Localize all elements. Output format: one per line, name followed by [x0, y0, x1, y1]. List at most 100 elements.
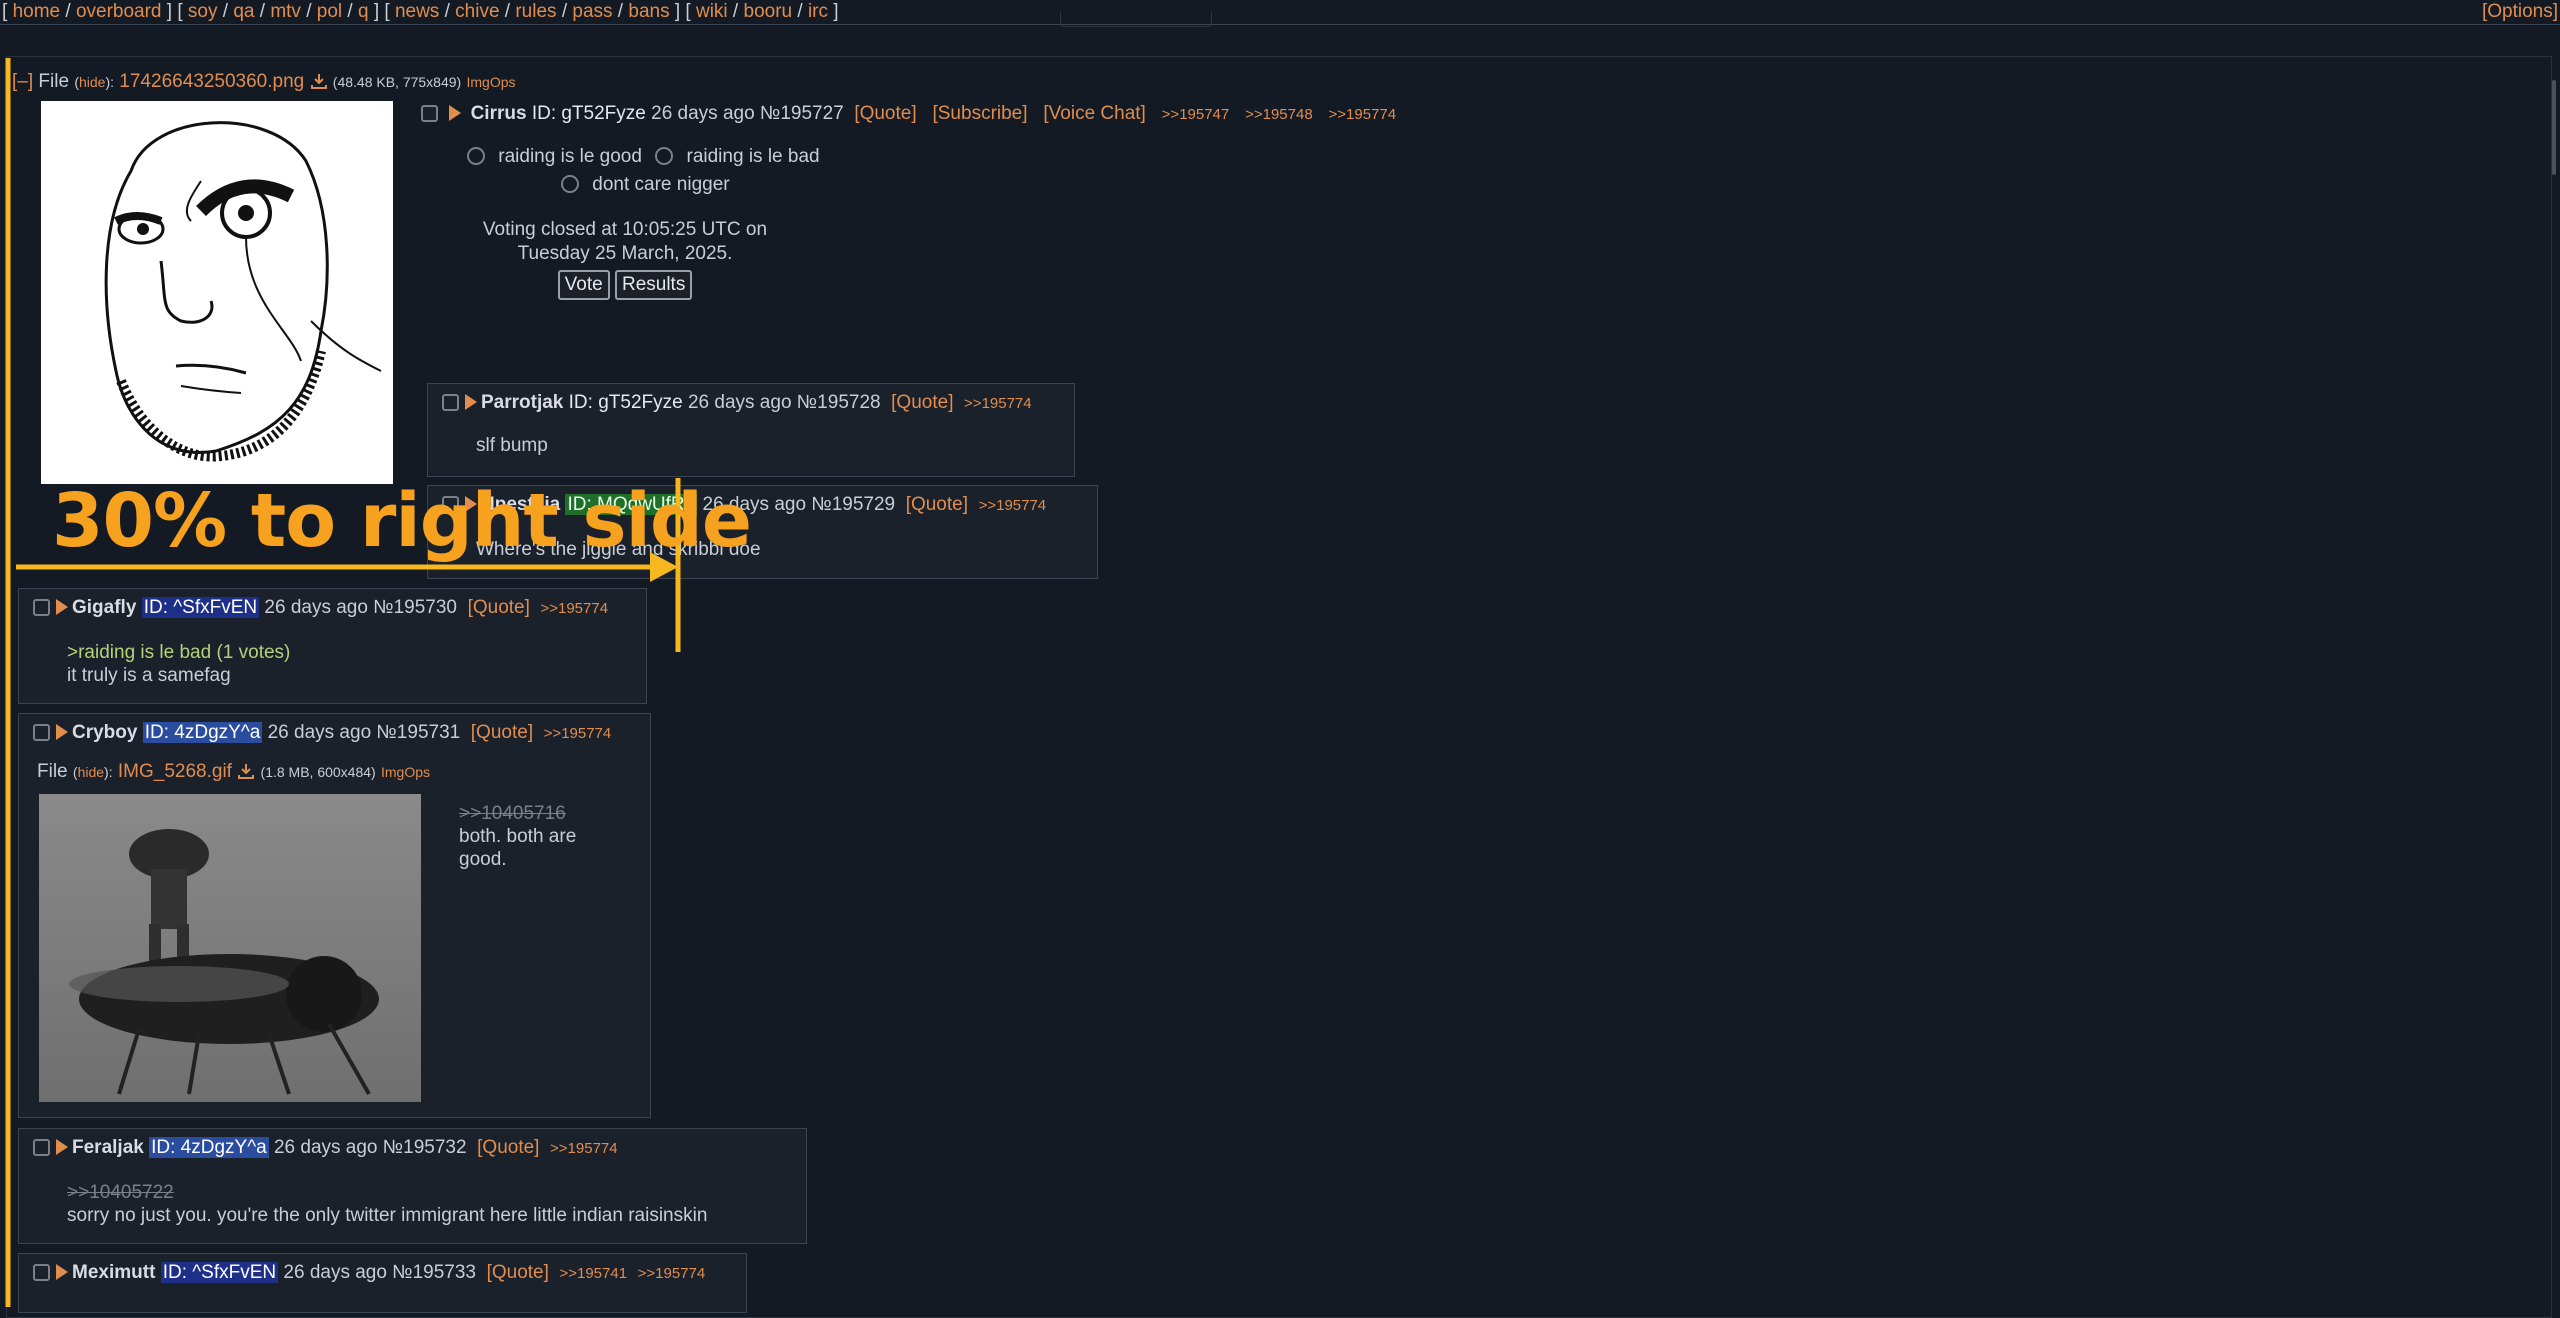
post-menu-arrow-icon[interactable]: [465, 394, 477, 410]
poll-radio-bad[interactable]: [655, 147, 674, 165]
reply-quote-link[interactable]: [Quote]: [906, 494, 968, 515]
backlink[interactable]: >>195774: [544, 725, 612, 742]
nav-pass[interactable]: pass: [572, 1, 612, 22]
post-menu-arrow-icon[interactable]: [56, 724, 68, 740]
reply-post-number[interactable]: №195730: [373, 597, 457, 618]
reply-post: Feraljak ID: 4zDgzY^a 26 days ago №19573…: [18, 1128, 807, 1244]
backlink[interactable]: >>195774: [1329, 106, 1397, 123]
collapse-thread-button[interactable]: [–]: [12, 71, 33, 92]
hide-file-link[interactable]: hide: [78, 764, 104, 780]
nav-rules[interactable]: rules: [515, 1, 556, 22]
op-file-info: [–] File (hide): 17426643250360.png (48.…: [12, 71, 516, 92]
results-button[interactable]: Results: [614, 270, 693, 300]
op-select-checkbox[interactable]: [421, 105, 438, 122]
nav-soy[interactable]: soy: [188, 1, 218, 22]
reply-poster-name: Cryboy: [72, 722, 138, 743]
backlink[interactable]: >>195774: [979, 497, 1047, 514]
reply-quote-link[interactable]: [Quote]: [468, 597, 530, 618]
reply-image-thumbnail[interactable]: [39, 794, 421, 1102]
reply-select-checkbox[interactable]: [33, 724, 50, 741]
scrollbar-thumb[interactable]: [2552, 80, 2556, 175]
op-poster-id[interactable]: ID: gT52Fyze: [532, 103, 646, 124]
post-menu-arrow-icon[interactable]: [56, 599, 68, 615]
options-link[interactable]: [Options]: [2482, 0, 2558, 24]
reply-select-checkbox[interactable]: [33, 1139, 50, 1156]
backlink[interactable]: >>195741: [559, 1265, 627, 1282]
op-voice-chat-link[interactable]: [Voice Chat]: [1043, 103, 1145, 124]
download-icon[interactable]: [237, 762, 255, 780]
file-label: File: [37, 761, 68, 782]
reply-post-number[interactable]: №195728: [797, 392, 881, 413]
dead-quote-link: >>10405716: [459, 803, 566, 824]
op-quote-link[interactable]: [Quote]: [854, 103, 916, 124]
backlink[interactable]: >>195747: [1162, 106, 1230, 123]
op-subscribe-link[interactable]: [Subscribe]: [932, 103, 1027, 124]
nav-home[interactable]: home: [13, 1, 61, 22]
nav-pol[interactable]: pol: [317, 1, 342, 22]
reply-select-checkbox[interactable]: [33, 599, 50, 616]
poll-closed-text: Voting closed at 10:05:25 UTC on Tuesday…: [482, 219, 768, 264]
imgops-link[interactable]: ImgOps: [466, 74, 515, 90]
hide-file-link[interactable]: hide: [79, 74, 105, 90]
reply-post-time: 26 days ago: [273, 1137, 378, 1158]
hidden-form-edge: [1060, 12, 1212, 27]
poll-closed-notice: Voting closed at 10:05:25 UTC on Tuesday…: [440, 218, 810, 300]
op-image-thumbnail[interactable]: [41, 101, 393, 484]
reply-poster-id[interactable]: ID: ^SfxFvEN: [160, 1262, 279, 1283]
nav-bans[interactable]: bans: [628, 1, 669, 22]
poll-option-label: dont care nigger: [592, 174, 730, 195]
nav-mtv[interactable]: mtv: [270, 1, 301, 22]
op-poster-name: Cirrus: [470, 103, 527, 124]
reply-body-text: both. both are: [459, 826, 577, 847]
reply-post-number[interactable]: №195732: [383, 1137, 467, 1158]
reply-poster-name: Meximutt: [72, 1262, 156, 1283]
reply-post: Cryboy ID: 4zDgzY^a 26 days ago №195731 …: [18, 713, 651, 1118]
reply-poster-id[interactable]: ID: 4zDgzY^a: [142, 722, 263, 743]
reply-quote-link[interactable]: [Quote]: [487, 1262, 549, 1283]
reply-post-number[interactable]: №195731: [376, 722, 460, 743]
annotation-label: 30% to right side: [52, 478, 752, 564]
backlink[interactable]: >>195774: [540, 600, 608, 617]
reply-poster-id[interactable]: ID: 4zDgzY^a: [149, 1137, 269, 1158]
reply-quote-link[interactable]: [Quote]: [471, 722, 533, 743]
reply-post: Parrotjak ID: gT52Fyze 26 days ago №1957…: [427, 383, 1075, 477]
reply-quote-link[interactable]: [Quote]: [891, 392, 953, 413]
reply-select-checkbox[interactable]: [442, 394, 459, 411]
backlink[interactable]: >>195774: [638, 1265, 706, 1282]
reply-quote-link[interactable]: [Quote]: [477, 1137, 539, 1158]
backlink[interactable]: >>195774: [550, 1140, 618, 1157]
nav-wiki[interactable]: wiki: [696, 1, 728, 22]
poll-radio-dontcare[interactable]: [561, 175, 579, 193]
reply-body-text: it truly is a samefag: [67, 665, 231, 686]
op-post-header: Cirrus ID: gT52Fyze 26 days ago №195727 …: [421, 103, 1396, 125]
nav-overboard[interactable]: overboard: [76, 1, 162, 22]
poll-radio-good[interactable]: [467, 147, 485, 165]
reply-poster-id[interactable]: ID: ^SfxFvEN: [141, 597, 260, 618]
op-post-number[interactable]: №195727: [760, 103, 844, 124]
reply-select-checkbox[interactable]: [33, 1264, 50, 1281]
post-menu-arrow-icon[interactable]: [449, 105, 462, 121]
nav-chive[interactable]: chive: [455, 1, 499, 22]
reply-filename-link[interactable]: IMG_5268.gif: [118, 761, 232, 782]
reply-poster-id[interactable]: ID: gT52Fyze: [569, 392, 683, 413]
nav-booru[interactable]: booru: [744, 1, 793, 22]
reply-post: Meximutt ID: ^SfxFvEN 26 days ago №19573…: [18, 1253, 747, 1313]
nav-q[interactable]: q: [358, 1, 369, 22]
backlink[interactable]: >>195748: [1245, 106, 1313, 123]
reply-file-meta: (1.8 MB, 600x484): [260, 764, 376, 780]
nav-news[interactable]: news: [395, 1, 439, 22]
imgops-link[interactable]: ImgOps: [381, 764, 430, 780]
reply-post-time: 26 days ago: [283, 1262, 387, 1283]
post-menu-arrow-icon[interactable]: [56, 1139, 68, 1155]
reply-body-text: good.: [459, 849, 507, 870]
reply-post-number[interactable]: №195729: [811, 494, 895, 515]
reply-poster-name: Feraljak: [72, 1137, 144, 1158]
download-icon[interactable]: [310, 72, 328, 90]
op-filename-link[interactable]: 17426643250360.png: [119, 71, 304, 92]
nav-irc[interactable]: irc: [808, 1, 828, 22]
vote-button[interactable]: Vote: [557, 270, 610, 300]
reply-post-number[interactable]: №195733: [392, 1262, 476, 1283]
backlink[interactable]: >>195774: [964, 395, 1032, 412]
nav-qa[interactable]: qa: [233, 1, 254, 22]
post-menu-arrow-icon[interactable]: [56, 1264, 68, 1280]
